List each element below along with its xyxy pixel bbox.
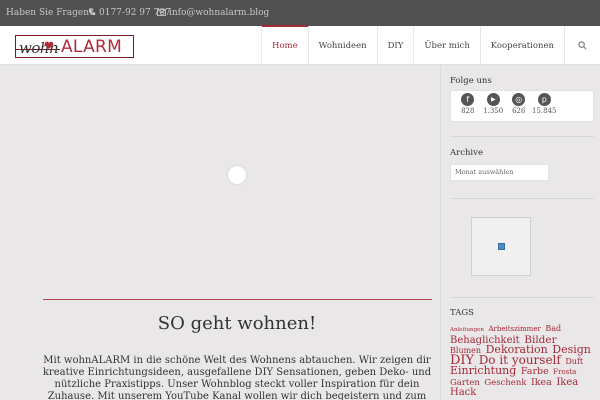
archive-month-select[interactable]: Monat auswählen: [450, 164, 549, 181]
facebook-count: 828: [461, 107, 475, 115]
tag-link[interactable]: Bad: [545, 324, 561, 333]
pinterest-icon: p: [537, 93, 551, 106]
facebook-icon: f: [461, 93, 475, 106]
instagram-icon: ◎: [512, 93, 526, 106]
tag-link[interactable]: Frosta: [553, 368, 576, 376]
sidebar-separator: [450, 297, 594, 298]
social-pinterest[interactable]: p 15.845: [532, 93, 558, 119]
contact-question: Haben Sie Fragen?: [6, 8, 94, 18]
youtube-icon: ▶: [486, 93, 500, 106]
tag-link[interactable]: Einrichtung: [450, 364, 516, 377]
email-contact[interactable]: info@wohnalarm.blog: [157, 8, 269, 18]
tag-link[interactable]: Duft: [565, 357, 583, 366]
mail-icon: [157, 9, 166, 16]
nav-item-home[interactable]: Home: [261, 25, 308, 65]
tags-title: TAGS: [450, 308, 474, 318]
phone-icon: [88, 8, 96, 16]
follow-title: Folge uns: [450, 76, 492, 86]
social-widget: f 828 ▶ 1.350 ◎ 626 p 15.845: [450, 90, 594, 122]
tag-cloud: Anleitungen Arbeitszimmer Bad Behaglichk…: [450, 324, 593, 398]
main-content: SO geht wohnen! Mit wohnALARM in die sch…: [0, 65, 440, 400]
logo-text-alarm: ALARM: [61, 37, 123, 57]
tag-link[interactable]: Ikea: [531, 377, 552, 388]
tag-link[interactable]: Farbe: [521, 366, 549, 377]
site-header: wohn ALARM Home Wohnideen DIY Über mich …: [0, 25, 600, 65]
sidebar-separator: [450, 136, 594, 137]
main-nav: Home Wohnideen DIY Über mich Kooperation…: [261, 25, 564, 65]
site-logo[interactable]: wohn ALARM: [15, 35, 134, 58]
broken-image-icon: [498, 243, 505, 250]
content-divider: [43, 299, 432, 300]
email-address: info@wohnalarm.blog: [169, 8, 270, 18]
social-youtube[interactable]: ▶ 1.350: [481, 93, 507, 119]
social-facebook[interactable]: f 828: [455, 93, 481, 119]
loading-spinner: [228, 166, 246, 184]
youtube-count: 1.350: [483, 107, 504, 115]
nav-item-kooperationen[interactable]: Kooperationen: [479, 26, 564, 65]
page-headline: SO geht wohnen!: [157, 313, 317, 334]
search-icon: [578, 41, 587, 50]
intro-text: Mit wohnALARM in die schöne Welt des Woh…: [42, 355, 432, 400]
nav-item-ueber-mich[interactable]: Über mich: [413, 26, 479, 65]
nav-item-wohnideen[interactable]: Wohnideen: [307, 26, 377, 65]
tag-link[interactable]: Anleitungen: [450, 327, 484, 333]
social-instagram[interactable]: ◎ 626: [506, 93, 532, 119]
tag-link[interactable]: Geschenk: [484, 378, 526, 388]
archive-title: Archive: [450, 148, 483, 158]
heart-icon: [44, 41, 54, 49]
tag-link[interactable]: Arbeitszimmer: [488, 325, 540, 333]
sidebar-separator: [450, 198, 594, 199]
tag-link[interactable]: Garten: [450, 378, 480, 388]
instagram-count: 626: [512, 107, 526, 115]
pinterest-count: 15.845: [532, 107, 557, 115]
nav-item-diy[interactable]: DIY: [376, 26, 414, 65]
sidebar: Folge uns f 828 ▶ 1.350 ◎ 626 p 15.845 A…: [440, 65, 600, 400]
search-button[interactable]: [564, 26, 600, 65]
top-info-bar: Haben Sie Fragen? 0177-92 97 787 info@wo…: [0, 0, 600, 26]
image-placeholder: [471, 217, 531, 276]
